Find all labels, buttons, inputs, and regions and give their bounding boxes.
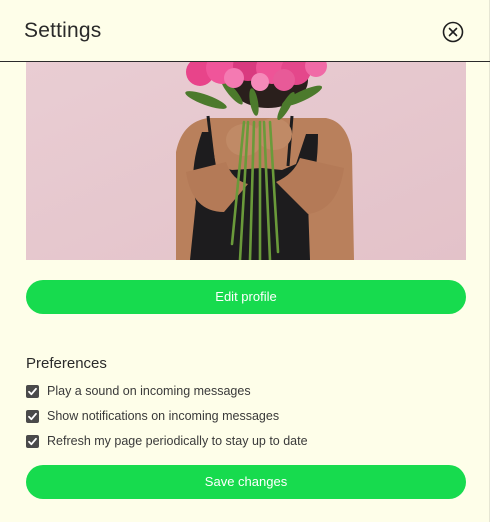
save-changes-button[interactable]: Save changes [26,465,466,499]
pref-label: Show notifications on incoming messages [47,409,280,423]
pref-play-sound[interactable]: Play a sound on incoming messages [26,382,251,400]
pref-show-notifications[interactable]: Show notifications on incoming messages [26,407,279,425]
check-icon [28,437,37,445]
edit-profile-button[interactable]: Edit profile [26,280,466,314]
checkbox-show-notifications[interactable] [26,409,39,423]
close-icon [442,21,464,43]
pref-label: Refresh my page periodically to stay up … [47,434,308,448]
checkbox-refresh-page[interactable] [26,434,39,448]
profile-image [26,62,466,260]
checkbox-play-sound[interactable] [26,384,39,398]
check-icon [28,387,37,395]
pref-refresh-page[interactable]: Refresh my page periodically to stay up … [26,432,308,450]
check-icon [28,412,37,420]
pref-label: Play a sound on incoming messages [47,384,251,398]
page-title: Settings [24,19,102,42]
preferences-heading: Preferences [26,355,107,372]
close-button[interactable] [442,21,464,43]
settings-header: Settings [0,0,490,62]
settings-panel: Settings Edit profile Preferences Play a… [0,0,490,522]
